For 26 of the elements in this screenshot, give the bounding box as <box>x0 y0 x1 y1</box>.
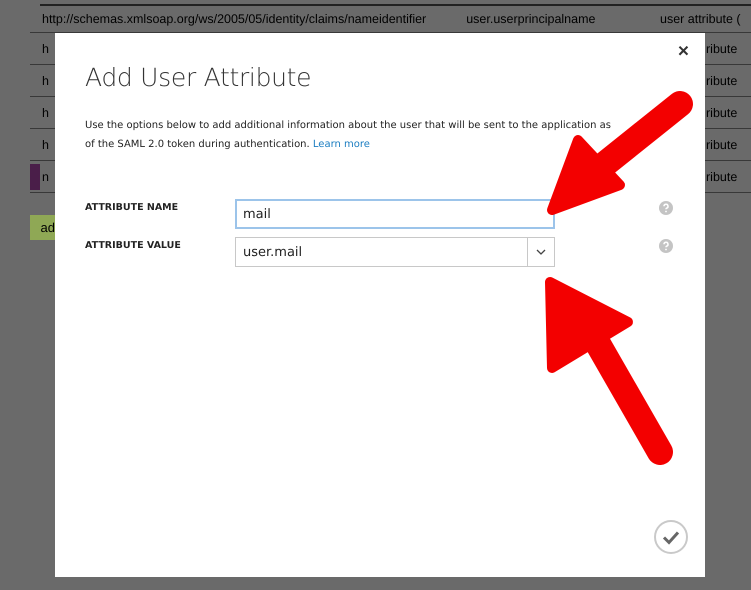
confirm-button[interactable] <box>653 519 689 555</box>
table-cell: ribute <box>706 42 738 56</box>
table-cell: ribute <box>706 74 738 88</box>
table-cell-text: h <box>41 74 49 88</box>
attribute-value-dropdown[interactable]: user.mail <box>235 237 555 267</box>
table-cell: ribute <box>706 106 738 120</box>
dialog-title: Add User Attribute <box>85 63 312 92</box>
table-cell: ribute <box>706 170 738 184</box>
learn-more-link[interactable]: Learn more <box>312 139 370 150</box>
close-button[interactable]: × <box>676 41 691 63</box>
table-cell: user.userprincipalname <box>466 12 596 26</box>
add-button[interactable]: ad <box>30 215 55 240</box>
table-cell: user attribute ( <box>660 12 741 26</box>
attribute-name-field[interactable]: mail <box>235 199 555 229</box>
table-cell-text: h <box>41 138 49 152</box>
table-cell-text: h <box>41 106 49 120</box>
table-cell-text: http://schemas.xmlsoap.org/ws/2005/05/identity/claims/nameidentifier <box>41 12 426 26</box>
description-text: Use the options below to add additional information about the user that will be sent to the application as of the SAML 2.0 token during authentication. Learn more <box>85 119 612 152</box>
table-cell-text: n <box>41 170 49 184</box>
help-icon[interactable] <box>659 239 673 253</box>
field-label: ATTRIBUTE VALUE <box>85 239 182 251</box>
field-label: ATTRIBUTE NAME <box>85 201 180 213</box>
table-cell: ribute <box>706 138 738 152</box>
help-icon[interactable] <box>659 201 673 215</box>
table-cell-text: h <box>41 42 49 56</box>
chevron-down-icon <box>536 249 546 255</box>
